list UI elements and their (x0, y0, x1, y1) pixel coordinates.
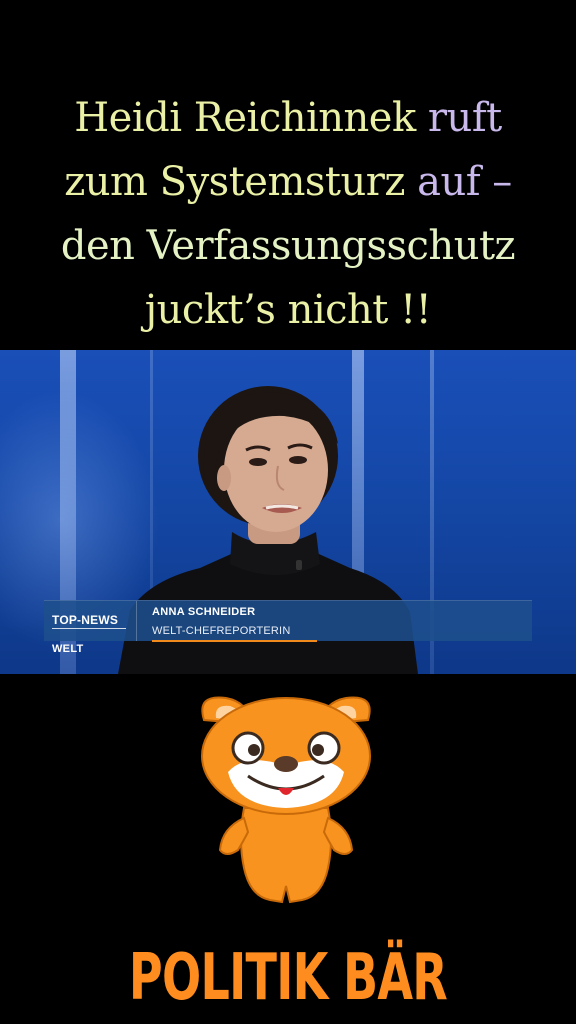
program-label: TOP-NEWS (52, 613, 119, 627)
lower-third: TOP-NEWS ANNA SCHNEIDER WELT-CHEFREPORTE… (44, 600, 532, 642)
speaker-name: ANNA SCHNEIDER (152, 606, 256, 618)
lower-third-accent (152, 640, 317, 642)
headline-line-1: Heidi Reichinnek ruft (0, 86, 576, 150)
headline: Heidi Reichinnek ruft zum Systemsturz au… (0, 86, 576, 342)
headline-text: juckt’s nicht !! (144, 287, 432, 333)
headline-line-2: zum Systemsturz auf – (0, 150, 576, 214)
headline-text: den Verfassungsschutz (60, 223, 516, 269)
bear-mascot-icon (201, 696, 371, 904)
headline-line-4: juckt’s nicht !! (0, 278, 576, 342)
video-frame[interactable]: TOP-NEWS ANNA SCHNEIDER WELT-CHEFREPORTE… (0, 350, 576, 674)
headline-line-3: den Verfassungsschutz (0, 214, 576, 278)
headline-text: zum Systemsturz (64, 159, 405, 205)
speaker-role: WELT-CHEFREPORTERIN (152, 625, 291, 637)
brand-name: POLITIK BÄR (128, 941, 448, 1015)
headline-text: ruft (415, 95, 502, 141)
program-badge: TOP-NEWS (44, 601, 137, 641)
headline-text: Heidi Reichinnek (74, 95, 416, 141)
channel-logo: WELT (52, 643, 84, 655)
program-underline (52, 628, 126, 629)
headline-text: auf – (404, 159, 512, 205)
